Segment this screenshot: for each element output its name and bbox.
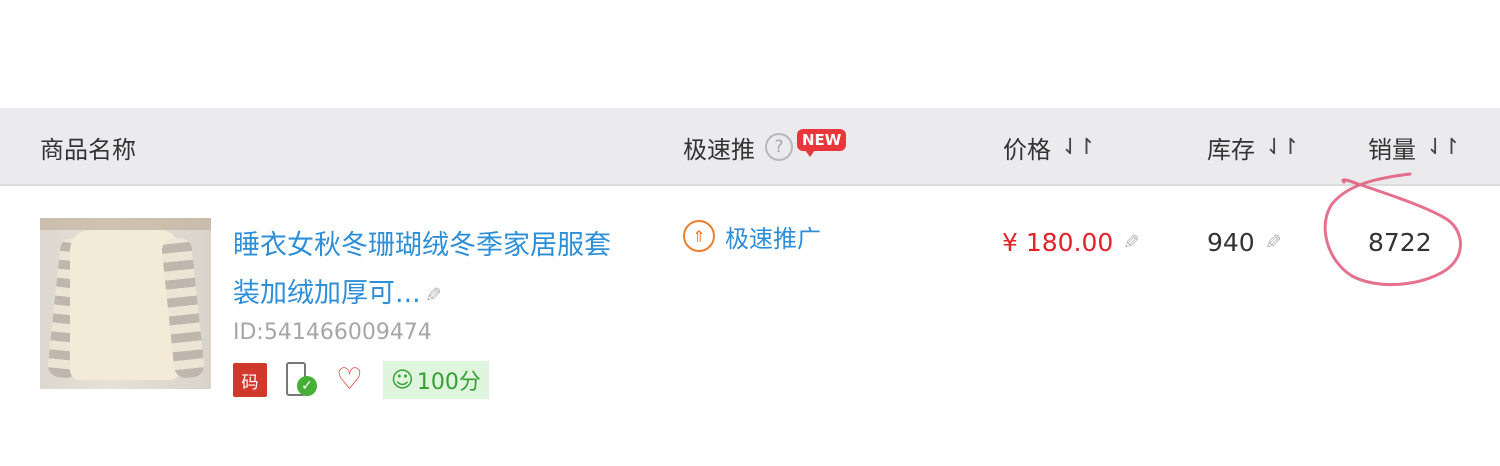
product-title-link[interactable]: 睡衣女秋冬珊瑚绒冬季家居服套装加绒加厚可... ✎ [233,222,633,319]
sort-arrows-icon[interactable]: ⇃↾ [1265,135,1300,160]
score-value: 100分 [416,370,481,395]
sort-arrows-icon[interactable]: ⇃↾ [1061,135,1096,160]
stock-value: 940 [1207,227,1255,257]
product-id: ID:541466009474 [233,320,432,345]
header-sales-label: 销量 [1368,135,1416,164]
sales-value: 8722 [1368,227,1432,257]
sort-arrows-icon[interactable]: ⇃↾ [1426,135,1461,160]
smile-icon: ☺ [390,367,414,393]
product-badges: 码 ✓ ♡ ☺ 100分 [233,361,489,399]
price-value: ¥ 180.00 [1002,227,1114,257]
price-cell: ¥ 180.00 ✎ [1002,222,1140,262]
header-express-promo-label: 极速推 [683,135,755,164]
header-product-name-label: 商品名称 [40,135,136,164]
table-header: 商品名称 极速推 ? NEW 价格 ⇃↾ 库存 ⇃↾ 销量 ⇃↾ [0,108,1500,186]
header-express-promo: 极速推 ? NEW [683,108,847,186]
sales-cell: 8722 [1368,222,1432,262]
product-thumbnail[interactable] [40,218,211,389]
express-promo-link[interactable]: ⇑ 极速推广 [683,216,821,256]
code-badge: 码 [233,363,267,397]
header-price-label: 价格 [1003,135,1051,164]
help-circle-icon[interactable]: ? [765,133,793,161]
header-stock-label: 库存 [1207,135,1255,164]
score-badge: ☺ 100分 [382,361,489,399]
pencil-icon[interactable]: ✎ [1123,230,1140,254]
rocket-icon: ⇑ [683,220,715,252]
stock-cell: 940 ✎ [1207,222,1281,262]
express-promo-label[interactable]: 极速推广 [725,219,821,254]
header-sales[interactable]: 销量 ⇃↾ [1368,108,1461,186]
pencil-icon[interactable]: ✎ [1265,230,1282,254]
new-badge: NEW [797,129,847,157]
header-stock[interactable]: 库存 ⇃↾ [1207,108,1300,186]
pencil-icon[interactable]: ✎ [425,271,442,319]
header-price[interactable]: 价格 ⇃↾ [1003,108,1096,186]
mobile-check-icon: ✓ [284,362,318,398]
heart-icon: ♡ [336,362,363,397]
header-product-name: 商品名称 [40,108,136,186]
product-title-text[interactable]: 睡衣女秋冬珊瑚绒冬季家居服套装加绒加厚可... [233,230,611,309]
